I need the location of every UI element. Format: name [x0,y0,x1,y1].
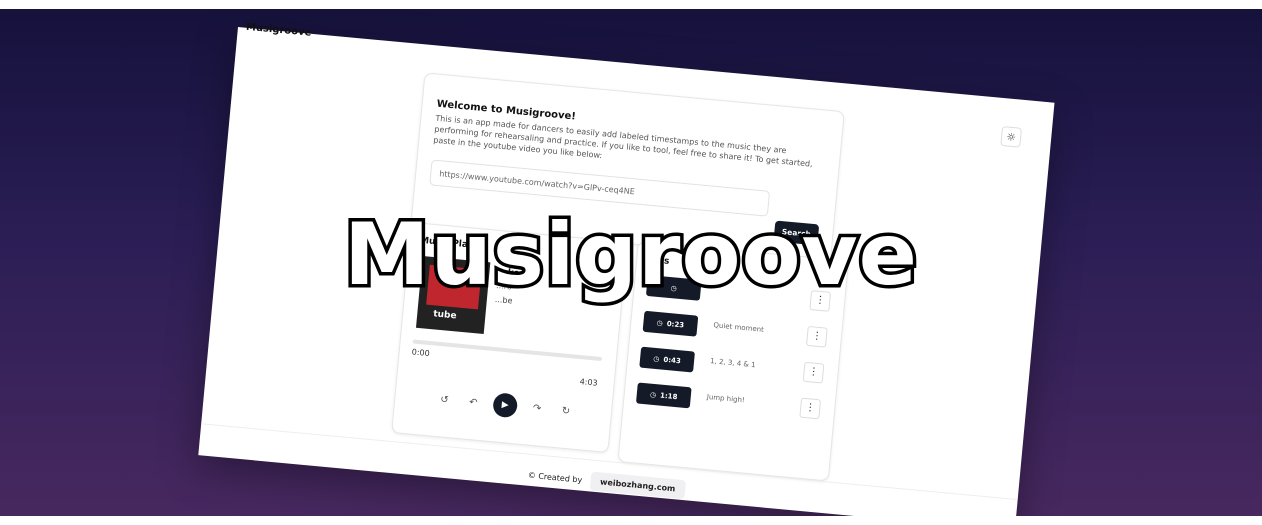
timestamp-label[interactable]: 1, 2, 3, 4 & 1 [710,357,756,369]
timestamp-button[interactable]: ◷ 0:23 [642,310,699,337]
clock-icon: ◷ [653,354,660,363]
sun-icon: ☼ [1005,129,1017,144]
clock-icon: ◷ [656,318,664,327]
forward-5-button[interactable]: ↷ [527,398,547,418]
timestamp-label[interactable]: Quiet moment [713,321,764,334]
rewind-5-icon: ↶ [468,396,479,409]
timestamp-row: ◷ 1:18 Jump high! ⋮ [635,380,822,425]
total-time: 4:03 [579,377,599,388]
timestamp-time: 0:43 [663,355,682,365]
timestamp-menu-button[interactable]: ⋮ [802,361,825,384]
kebab-icon: ⋮ [804,402,816,414]
app-logo[interactable]: Musigroove [246,22,312,39]
rewind-5-button[interactable]: ↶ [464,393,484,413]
timestamp-menu-button[interactable]: ⋮ [799,397,822,420]
rewind-10-button[interactable]: ↺ [435,390,455,410]
timestamp-label[interactable]: Jump high! [706,393,745,404]
timestamp-time: 1:18 [659,391,678,401]
play-button[interactable]: ▶ [492,392,519,419]
youtube-logo: tube [432,309,457,322]
forward-10-button[interactable]: ↻ [556,401,576,421]
timestamp-time: 0:23 [666,319,685,329]
footer-created-by: © Created by [527,470,583,485]
progress-bar[interactable] [412,339,603,362]
hero-banner: Musigroove ☼ Welcome to Musigroove! This… [0,9,1262,516]
theme-toggle-button[interactable]: ☼ [1000,126,1023,148]
current-time: 0:00 [411,347,431,359]
playback-controls: ↺ ↶ ▶ ↷ ↻ [434,384,576,427]
footer: © Created by weibozhang.com [527,466,687,500]
timestamp-menu-button[interactable]: ⋮ [805,325,828,348]
timestamp-button[interactable]: ◷ 0:43 [639,346,695,373]
play-icon: ▶ [501,399,510,411]
clock-icon: ◷ [649,390,657,399]
forward-5-icon: ↷ [532,402,542,415]
kebab-icon: ⋮ [811,330,823,343]
footer-author-link[interactable]: weibozhang.com [589,471,687,500]
timestamp-button[interactable]: ◷ 1:18 [635,382,692,409]
kebab-icon: ⋮ [808,366,820,379]
hero-title: Musigroove [341,202,921,309]
rewind-10-icon: ↺ [439,393,450,406]
forward-10-icon: ↻ [561,405,571,417]
